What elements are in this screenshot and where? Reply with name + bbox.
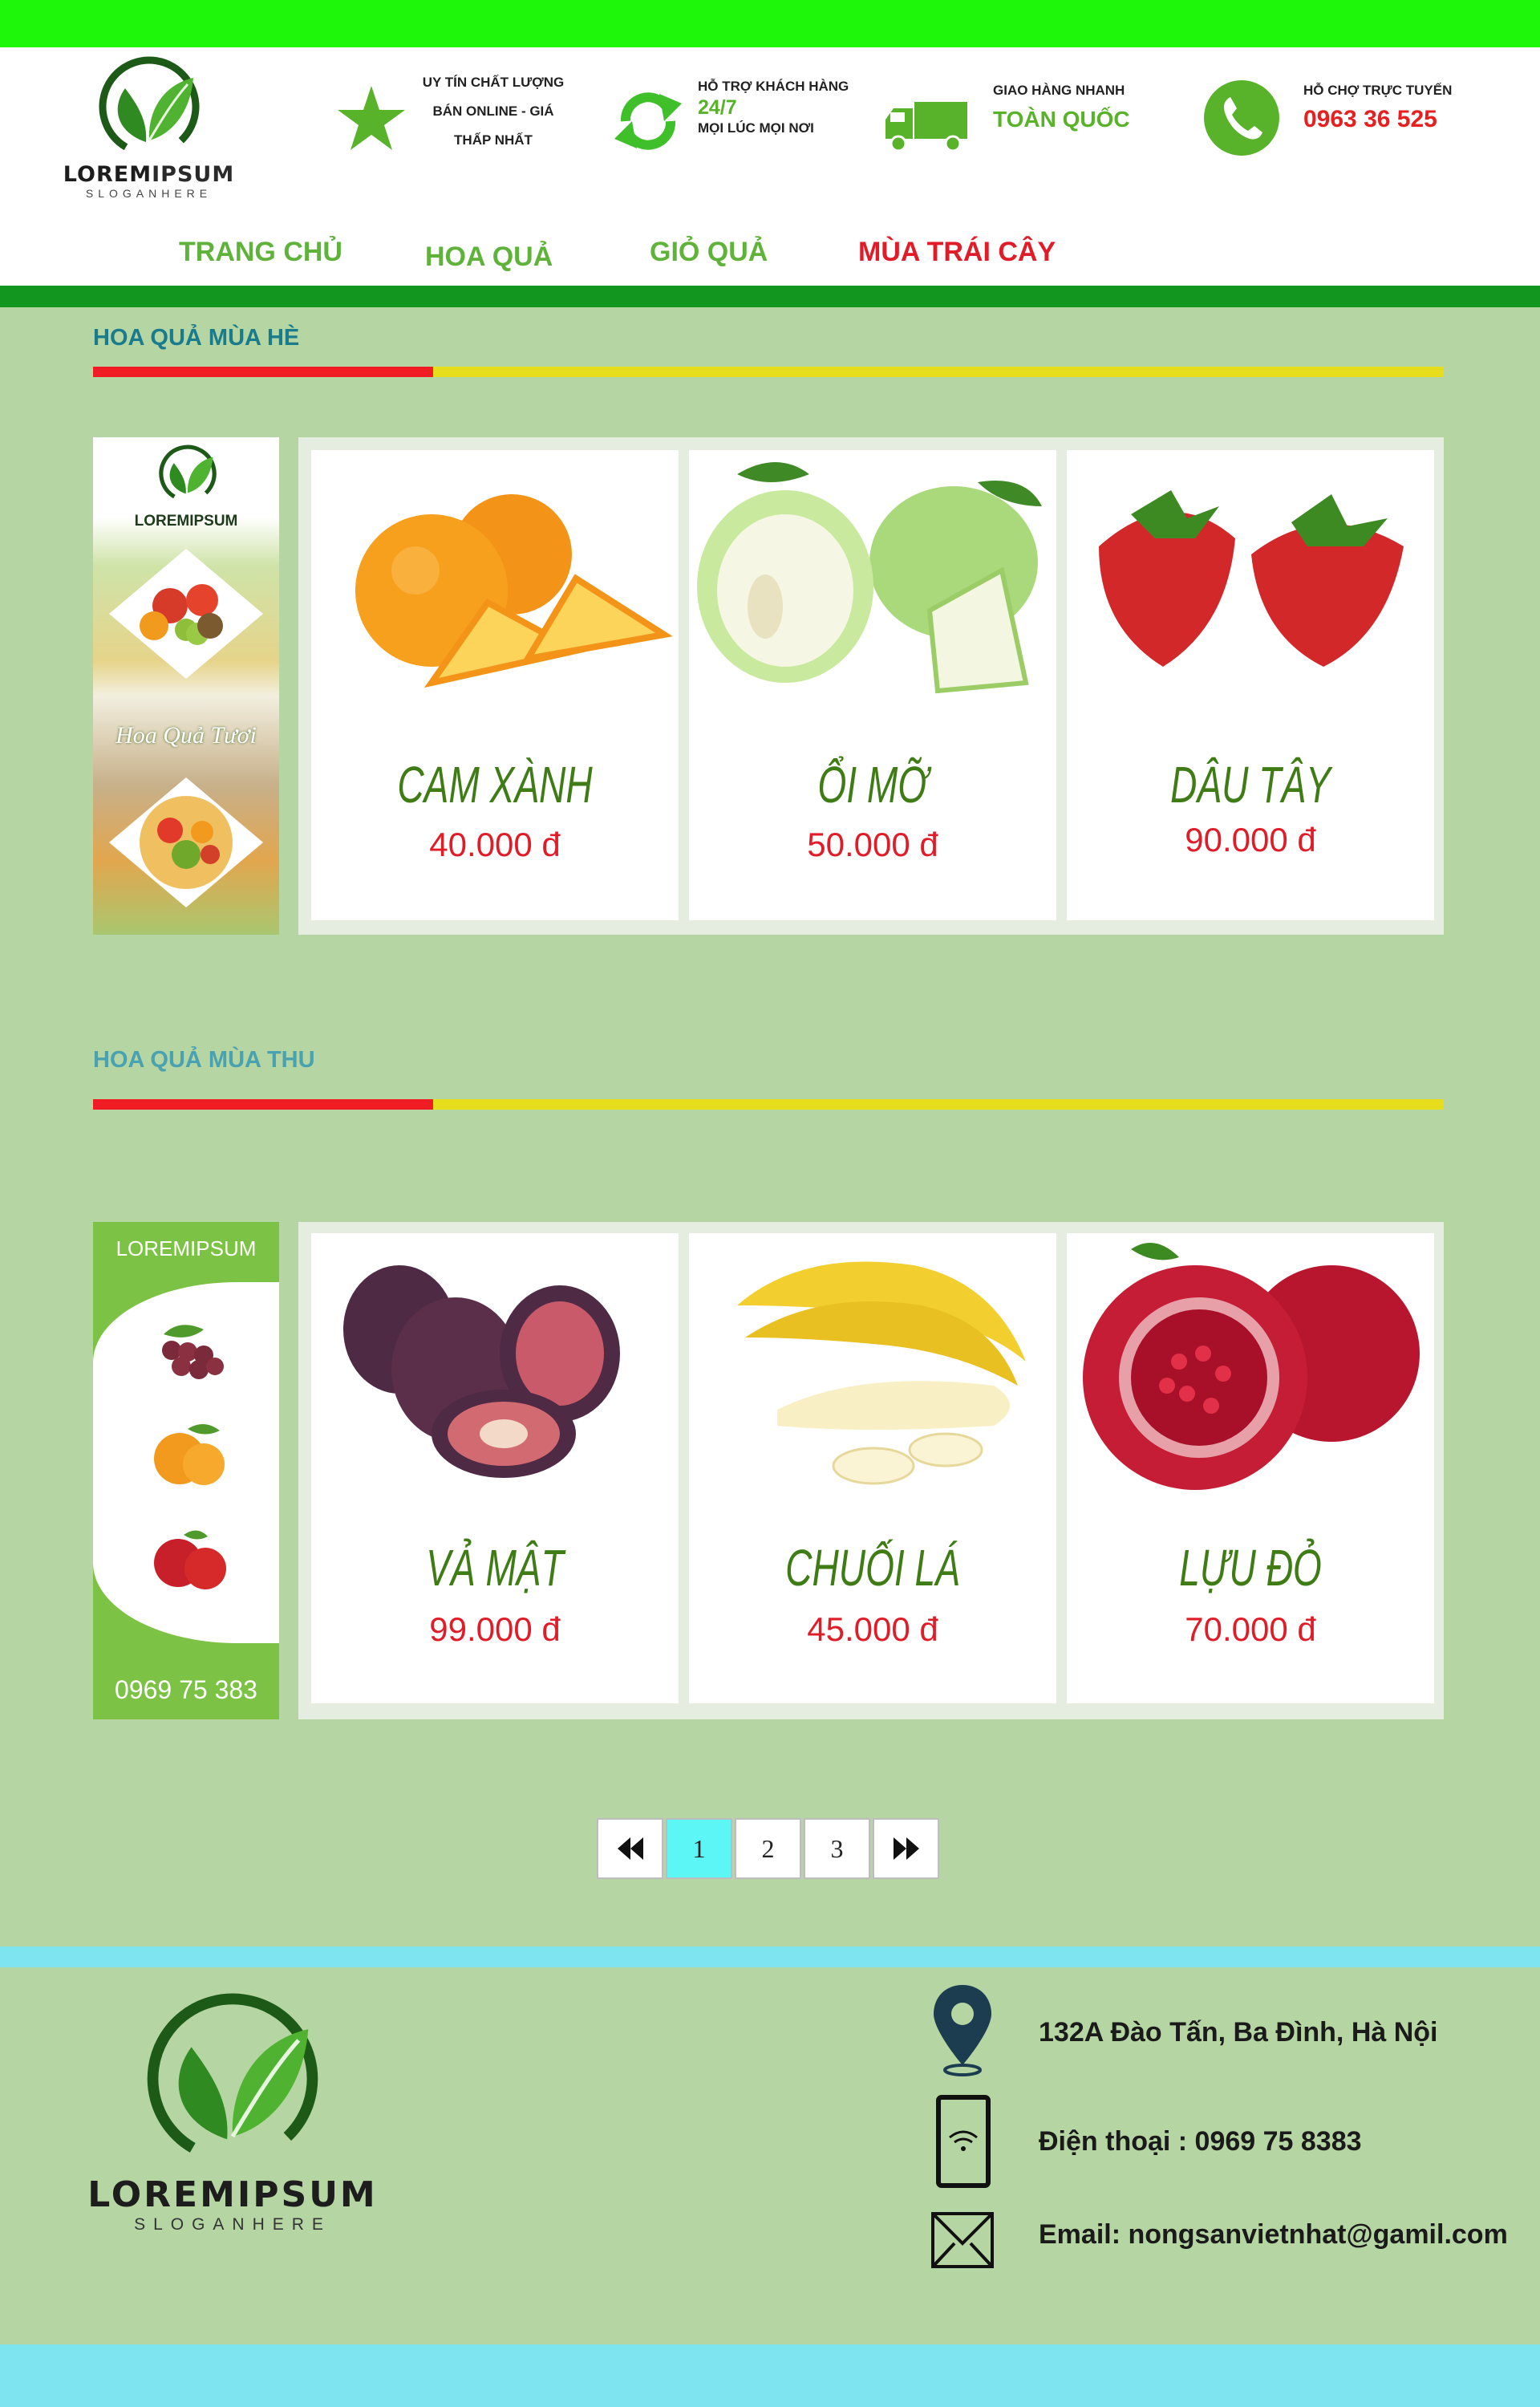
product-name: DÂU TÂY bbox=[1170, 756, 1331, 814]
hotline-number[interactable]: 0963 36 525 bbox=[1303, 105, 1496, 134]
nav-item-home[interactable]: TRANG CHỦ bbox=[179, 237, 342, 268]
feature-line: THẤP NHẤT bbox=[454, 132, 533, 148]
banner-caption: Hoa Quả Tươi bbox=[116, 722, 257, 749]
product-card[interactable]: ỔI MỠ 50.000 đ bbox=[689, 450, 1056, 920]
page-button[interactable]: 1 bbox=[666, 1818, 732, 1879]
brand-slogan: SLOGANHERE bbox=[134, 2215, 331, 2234]
mobile-phone-icon bbox=[936, 2095, 991, 2188]
apple-icon bbox=[154, 1530, 226, 1589]
product-price: 70.000 đ bbox=[1185, 1610, 1316, 1648]
last-page-button[interactable] bbox=[873, 1818, 939, 1879]
top-accent-strip bbox=[0, 0, 1540, 47]
star-icon bbox=[338, 86, 405, 150]
feature-highlight: TOÀN QUỐC bbox=[993, 107, 1130, 132]
footer-logo[interactable]: LOREMIPSUM SLOGANHERE bbox=[80, 1982, 385, 2234]
leaf-logo-icon bbox=[147, 1993, 318, 2165]
main-nav: TRANG CHỦ HOA QUẢ GIỎ QUẢ MÙA TRÁI CÂY bbox=[0, 237, 1540, 277]
product-name: LỰU ĐỎ bbox=[1179, 1539, 1322, 1597]
feature-line: UY TÍN CHẤT LƯỢNG bbox=[422, 75, 565, 90]
product-price: 90.000 đ bbox=[1185, 821, 1316, 858]
promo-banner-autumn[interactable]: LOREMIPSUM 0969 75 383 bbox=[93, 1222, 279, 1719]
product-panel-summer: CAM XÀNH 40.000 đ ỔI MỠ 50.000 đ DÂU TÂY… bbox=[298, 437, 1444, 935]
orange-image bbox=[355, 494, 673, 688]
page-button[interactable]: 3 bbox=[804, 1818, 870, 1879]
product-price: 50.000 đ bbox=[807, 826, 938, 863]
nav-item-fruits[interactable]: HOA QUẢ bbox=[425, 242, 553, 273]
product-name: ỔI MỠ bbox=[817, 756, 928, 814]
product-name: VẢ MẬT bbox=[426, 1539, 564, 1597]
fast-forward-icon bbox=[893, 1837, 919, 1860]
pomegranate-image bbox=[1083, 1243, 1420, 1490]
feature-line: HỖ CHỢ TRỰC TUYẾN bbox=[1303, 83, 1453, 98]
product-price: 40.000 đ bbox=[429, 826, 561, 863]
brand-slogan: SLOGANHERE bbox=[85, 187, 213, 200]
refresh-icon bbox=[614, 92, 682, 150]
footer-address: 132A Đào Tấn, Ba Đình, Hà Nội bbox=[930, 1982, 1524, 2078]
location-pin-icon bbox=[934, 1985, 991, 2076]
envelope-icon bbox=[931, 2212, 994, 2268]
fruit-platter-image bbox=[109, 777, 263, 907]
address-text: 132A Đào Tấn, Ba Đình, Hà Nội bbox=[1039, 2017, 1438, 2048]
feature-line: BÁN ONLINE - GIÁ bbox=[432, 104, 554, 119]
footer-bottom-strip bbox=[0, 2344, 1540, 2407]
brand-name: LOREMIPSUM bbox=[63, 162, 235, 187]
first-page-button[interactable] bbox=[597, 1818, 663, 1879]
feature-line: MỌI LÚC MỌI NƠI bbox=[698, 120, 814, 136]
page-button[interactable]: 2 bbox=[735, 1818, 801, 1879]
promo-banner-summer[interactable]: LOREMIPSUM Hoa Quả Tươi bbox=[93, 437, 279, 935]
product-name: CAM XÀNH bbox=[397, 756, 593, 814]
fig-image bbox=[343, 1265, 620, 1478]
product-price: 99.000 đ bbox=[429, 1610, 561, 1648]
leaf-logo-icon bbox=[98, 56, 199, 157]
grapes-image bbox=[162, 1325, 224, 1379]
product-card[interactable]: VẢ MẬT 99.000 đ bbox=[311, 1233, 679, 1703]
leaf-logo-icon bbox=[159, 444, 217, 502]
section-divider bbox=[93, 367, 1444, 377]
banner-brand: LOREMIPSUM bbox=[116, 1236, 257, 1260]
banner-brand: LOREMIPSUM bbox=[134, 513, 238, 530]
orange-icon bbox=[154, 1423, 225, 1485]
product-panel-autumn: VẢ MẬT 99.000 đ CHUỐI LÁ 45.000 đ LỰU ĐỎ… bbox=[298, 1222, 1444, 1719]
footer-top-strip bbox=[0, 1946, 1540, 1967]
product-card[interactable]: CHUỐI LÁ 45.000 đ bbox=[689, 1233, 1056, 1703]
phone-icon[interactable] bbox=[1203, 79, 1280, 156]
feature-line: GIAO HÀNG NHANH bbox=[993, 83, 1125, 98]
nav-item-fruit-seasons[interactable]: MÙA TRÁI CÂY bbox=[858, 237, 1056, 268]
footer-email: Email: nongsanvietnhat@gamil.com bbox=[930, 2208, 1524, 2304]
product-name: CHUỐI LÁ bbox=[785, 1539, 960, 1597]
feature-highlight: 24/7 bbox=[698, 96, 737, 119]
rewind-icon bbox=[617, 1837, 643, 1860]
feature-quality: UY TÍN CHẤT LƯỢNG BÁN ONLINE - GIÁ THẤP … bbox=[337, 68, 586, 156]
strawberry-image bbox=[1099, 490, 1404, 667]
brand-name: LOREMIPSUM bbox=[87, 2174, 378, 2215]
section-title: HOA QUẢ MÙA THU bbox=[93, 1047, 315, 1073]
feature-hotline: HỖ CHỢ TRỰC TUYẾN 0963 36 525 bbox=[1203, 76, 1492, 164]
product-card[interactable]: DÂU TÂY 90.000 đ bbox=[1067, 450, 1434, 920]
footer-phone: Điện thoại : 0969 75 8383 bbox=[930, 2094, 1524, 2190]
guava-image bbox=[697, 462, 1042, 694]
phone-text[interactable]: Điện thoại : 0969 75 8383 bbox=[1039, 2126, 1362, 2157]
header-divider bbox=[0, 286, 1540, 307]
email-text[interactable]: Email: nongsanvietnhat@gamil.com bbox=[1039, 2219, 1508, 2251]
product-card[interactable]: LỰU ĐỎ 70.000 đ bbox=[1067, 1233, 1434, 1703]
nav-item-fruit-baskets[interactable]: GIỎ QUẢ bbox=[650, 237, 768, 268]
banner-phone[interactable]: 0969 75 383 bbox=[93, 1675, 279, 1705]
feature-line: HỖ TRỢ KHÁCH HÀNG bbox=[698, 79, 849, 94]
truck-icon bbox=[886, 102, 967, 152]
fruit-basket-image bbox=[109, 549, 263, 679]
feature-delivery: GIAO HÀNG NHANH TOÀN QUỐC bbox=[882, 76, 1147, 164]
banana-image bbox=[737, 1261, 1026, 1485]
site-logo[interactable]: LOREMIPSUM SLOGANHERE bbox=[63, 52, 235, 213]
section-title: HOA QUẢ MÙA HÈ bbox=[93, 325, 300, 351]
section-divider bbox=[93, 1099, 1444, 1110]
feature-support: HỖ TRỢ KHÁCH HÀNG 24/7 MỌI LÚC MỌI NƠI bbox=[610, 76, 866, 164]
product-card[interactable]: CAM XÀNH 40.000 đ bbox=[311, 450, 679, 920]
product-price: 45.000 đ bbox=[807, 1610, 938, 1648]
